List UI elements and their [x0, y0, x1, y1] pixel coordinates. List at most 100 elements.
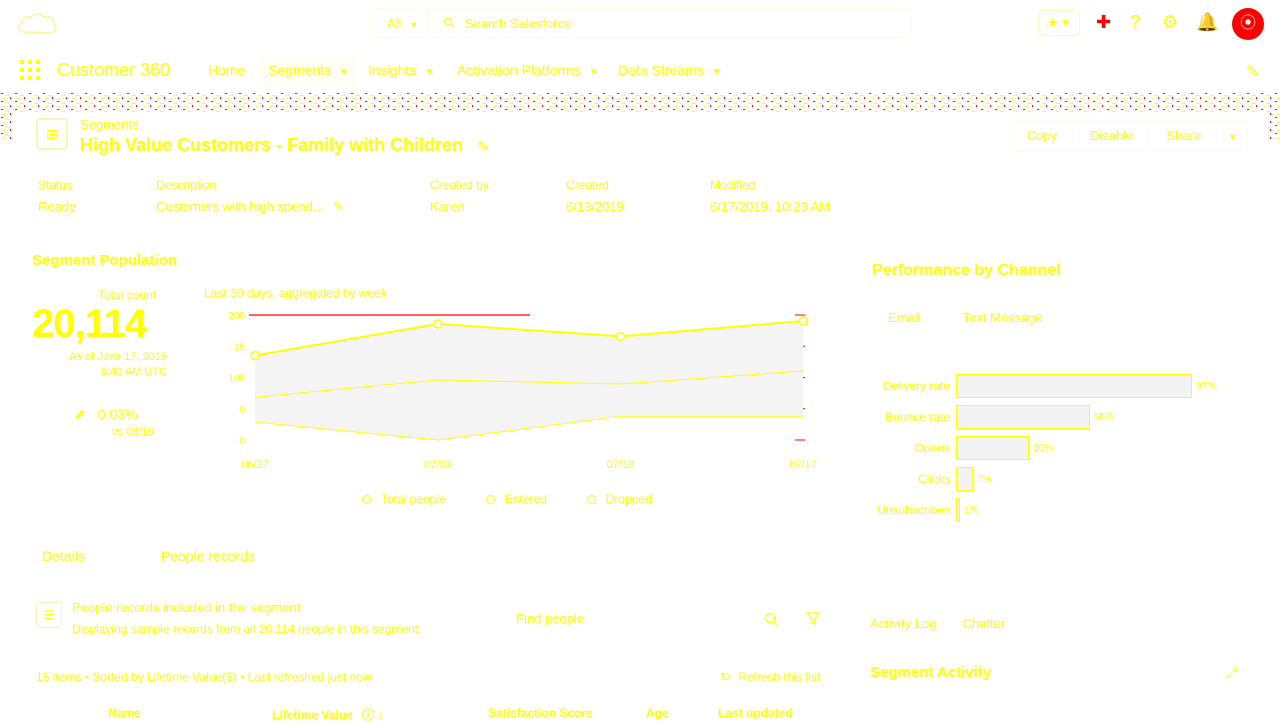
filter-icon[interactable] — [806, 612, 820, 626]
metric-bar[interactable] — [956, 374, 1192, 398]
chevron-down-icon[interactable]: ▼ — [589, 67, 599, 78]
search-input[interactable]: Search Salesforce — [428, 8, 912, 38]
total-people-point — [615, 331, 626, 342]
column-header-age[interactable]: Age — [646, 706, 669, 720]
x-tick-label: 06/27 — [241, 459, 269, 471]
search-icon[interactable] — [764, 612, 778, 626]
help-icon[interactable]: ? — [1130, 12, 1140, 33]
refresh-list-link[interactable]: ↻ Refresh this list — [720, 670, 820, 684]
add-icon[interactable]: ✚ — [1096, 12, 1111, 33]
x-tick-label: 07/17 — [789, 459, 817, 471]
edit-title-pencil-icon[interactable]: ✎ — [477, 138, 489, 154]
legend-item-total-people[interactable]: Total people — [362, 492, 446, 506]
chart-legend: Total people Entered Dropped — [362, 492, 652, 506]
copy-button[interactable]: Copy — [1009, 120, 1075, 152]
field-label: Created — [566, 178, 609, 192]
legend-dot-icon — [485, 495, 495, 505]
metric-label: Unsubscribes — [877, 503, 950, 517]
search-icon — [443, 17, 455, 29]
people-section-title: People records included in the segment — [72, 600, 301, 615]
search-placeholder: Search Salesforce — [465, 16, 572, 31]
legend-label: Total people — [381, 492, 446, 506]
favorites-icon[interactable]: ★ ▾ — [1038, 10, 1080, 36]
column-header-lifetime-value[interactable]: Lifetime Value ⓘ ↓ — [272, 706, 383, 723]
field-modified: Modified 6/17/2019, 10:23 AM — [710, 178, 830, 214]
edit-nav-pencil-icon[interactable]: ✎ — [1246, 62, 1259, 82]
change-indicator: ⬈ 0.03% — [74, 406, 137, 423]
nav-item-insights[interactable]: Insights ▼ — [368, 62, 434, 78]
edit-description-pencil-icon[interactable]: ✎ — [333, 199, 344, 214]
tab-people-records[interactable]: People records — [136, 548, 279, 578]
chevron-down-icon[interactable]: ▼ — [424, 67, 434, 78]
metric-bar[interactable] — [956, 405, 1090, 429]
total-area — [255, 320, 803, 440]
chevron-down-icon: ▼ — [1228, 132, 1237, 142]
field-label: Description — [156, 178, 217, 192]
tab-activity-log[interactable]: Activity Log — [860, 616, 947, 643]
expand-icon[interactable]: ⤢ — [1226, 664, 1237, 681]
chevron-down-icon: ▼ — [409, 20, 418, 30]
nav-item-segments[interactable]: Segments ▼ — [260, 54, 357, 91]
column-header-name[interactable]: Name — [108, 706, 141, 720]
legend-item-dropped[interactable]: Dropped — [586, 492, 652, 506]
trend-up-icon: ⬈ — [74, 406, 86, 422]
nav-item-activation-platforms[interactable]: Activation Platforms ▼ — [457, 62, 599, 78]
people-section-subtitle: Displaying sample records from all 20,11… — [72, 622, 422, 636]
field-value: Ready — [38, 199, 76, 214]
field-value: Customers with high spend... ✎ — [156, 199, 344, 215]
tab-details[interactable]: Details — [30, 548, 97, 578]
field-value: 6/13/2019 — [566, 199, 624, 214]
user-avatar[interactable]: ⦿ — [1232, 8, 1264, 40]
find-people-input[interactable]: Find people — [502, 604, 828, 634]
legend-item-entered[interactable]: Entered — [485, 492, 547, 506]
nav-item-data-streams[interactable]: Data Streams ▼ — [618, 62, 722, 78]
people-section-icon: ☰ — [36, 602, 62, 628]
metric-bar[interactable] — [956, 498, 960, 522]
salesforce-logo-icon[interactable] — [16, 10, 58, 38]
y-tick-label: 100 — [228, 374, 245, 385]
field-status: Status Ready — [38, 178, 76, 214]
record-object-type: Segments — [80, 117, 139, 132]
card-title: Segment Population — [32, 252, 178, 269]
total-people-point — [432, 319, 443, 329]
app-launcher-icon[interactable] — [20, 60, 40, 80]
metric-value: 97% — [1196, 381, 1217, 392]
legend-label: Entered — [504, 492, 547, 506]
share-button[interactable]: Share — [1149, 120, 1219, 152]
notifications-bell-icon[interactable]: 🔔 — [1196, 12, 1218, 33]
field-value: 6/17/2019, 10:23 AM — [710, 199, 830, 214]
chevron-down-icon[interactable]: ▼ — [712, 67, 722, 78]
total-people-point — [250, 350, 260, 361]
more-actions-button[interactable]: ▼ — [1217, 120, 1248, 152]
setup-gear-icon[interactable]: ⚙ — [1162, 12, 1178, 33]
segment-record-icon: ⊞ — [36, 118, 68, 150]
field-value[interactable]: Karen — [430, 199, 489, 214]
nav-item-label: Home — [208, 62, 246, 78]
search-scope-select[interactable]: All ▼ — [372, 8, 428, 38]
metric-value: 1% — [964, 505, 979, 516]
field-created: Created 6/13/2019 — [566, 178, 624, 214]
field-value-text: Customers with high spend... — [156, 199, 324, 214]
metric-bar[interactable] — [956, 467, 973, 491]
app-nav-bar: Customer 360 Home Segments ▼ Insights ▼ Ac… — [0, 48, 1280, 92]
search-scope-label: All — [387, 16, 402, 31]
record-header-card: ⊞ Segments High Value Customers - Family… — [12, 112, 1268, 230]
record-title-text: High Value Customers - Family with Child… — [80, 135, 464, 155]
nav-item-label: Segments — [268, 62, 332, 78]
column-header-satisfaction-score[interactable]: Satisfaction Score — [488, 706, 593, 720]
nav-item-home[interactable]: Home — [208, 62, 245, 78]
tab-chatter[interactable]: Chatter — [950, 616, 1017, 643]
app-name: Customer 360 — [57, 60, 171, 80]
field-label: Status — [38, 178, 73, 192]
chevron-down-icon[interactable]: ▼ — [339, 67, 349, 78]
record-title: High Value Customers - Family with Child… — [80, 135, 489, 156]
y-tick-label: 200 — [228, 311, 245, 322]
disable-button[interactable]: Disable — [1073, 120, 1151, 152]
field-label: Modified — [710, 178, 756, 192]
metric-bar[interactable] — [956, 436, 1029, 460]
timestamp-line-2: 8:40 AM UTC — [100, 366, 167, 378]
global-header: All ▼ Search Salesforce ★ ▾ ✚ ? ⚙ 🔔 ⦿ — [0, 0, 1280, 48]
total-people-point — [798, 316, 808, 326]
column-header-last-updated[interactable]: Last updated — [718, 706, 793, 720]
nav-item-label: Insights — [368, 62, 417, 78]
